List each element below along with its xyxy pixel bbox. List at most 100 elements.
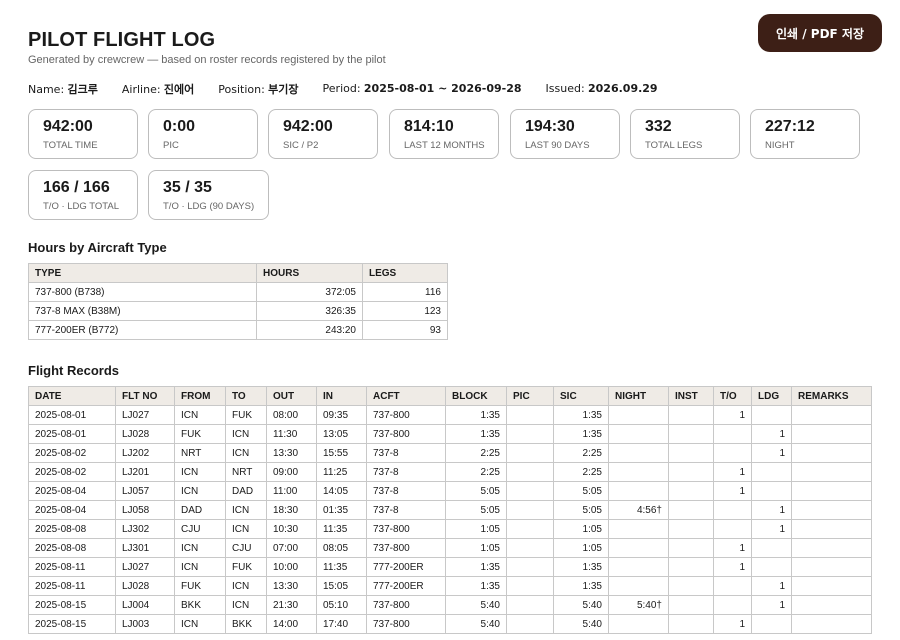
landings-cell: 1: [751, 595, 792, 615]
aircraft-cell: 737-800: [366, 614, 446, 634]
meta-position-value: 부기장: [268, 83, 299, 96]
date-cell: 2025-08-01: [28, 405, 116, 425]
from-cell: FUK: [174, 576, 226, 596]
legs-cell: 123: [362, 301, 448, 321]
meta-issued-value: 2026.09.29: [588, 82, 658, 95]
landings-cell: [751, 462, 792, 482]
summary-card-value: 194:30: [525, 118, 575, 135]
remarks-cell: [791, 576, 872, 596]
to-cell: DAD: [225, 481, 267, 501]
aircraft-cell: 737-8: [366, 481, 446, 501]
from-cell: ICN: [174, 557, 226, 577]
remarks-cell: [791, 405, 872, 425]
night-cell: [608, 424, 669, 444]
takeoffs-cell: [713, 576, 752, 596]
sic-cell: 1:35: [553, 576, 609, 596]
pic-cell: [506, 557, 554, 577]
meta-airline: Airline: 진에어: [122, 81, 194, 97]
meta-period: Period: 2025-08-01 ~ 2026-09-28: [323, 81, 522, 97]
to-cell: ICN: [225, 500, 267, 520]
night-cell: [608, 481, 669, 501]
type-cell: 777-200ER (B772): [28, 320, 257, 340]
remarks-cell: [791, 481, 872, 501]
column-header: TYPE: [28, 263, 257, 283]
meta-name: Name: 김크루: [28, 81, 98, 97]
summary-card: 814:10 LAST 12 MONTHS: [389, 109, 499, 159]
flight-number-cell: LJ058: [115, 500, 175, 520]
flight-number-cell: LJ057: [115, 481, 175, 501]
summary-card-value: 35 / 35: [163, 179, 212, 196]
column-header-landings: LDG: [751, 386, 792, 406]
meta-airline-label: Airline:: [121, 83, 161, 96]
summary-card-label: T/O · LDG (90 DAYS): [163, 201, 255, 212]
summary-card-value: 332: [645, 118, 672, 135]
flight-number-cell: LJ027: [115, 557, 175, 577]
from-cell: ICN: [174, 405, 226, 425]
out-cell: 08:00: [266, 405, 317, 425]
sic-cell: 1:05: [553, 519, 609, 539]
pic-cell: [506, 424, 554, 444]
in-cell: 05:10: [316, 595, 367, 615]
takeoffs-cell: 1: [713, 538, 752, 558]
meta-issued: Issued: 2026.09.29: [546, 81, 658, 97]
out-cell: 13:30: [266, 576, 317, 596]
aircraft-cell: 737-8: [366, 443, 446, 463]
sic-cell: 5:40: [553, 595, 609, 615]
inst-cell: [668, 462, 714, 482]
block-cell: 2:25: [445, 462, 507, 482]
block-cell: 5:05: [445, 500, 507, 520]
date-cell: 2025-08-02: [28, 443, 116, 463]
from-cell: ICN: [174, 538, 226, 558]
block-cell: 1:35: [445, 405, 507, 425]
flight-number-cell: LJ003: [115, 614, 175, 634]
table-header-row: TYPE HOURS LEGS: [28, 263, 448, 283]
summary-card: 942:00 SIC / P2: [268, 109, 378, 159]
to-cell: FUK: [225, 557, 267, 577]
meta-name-value: 김크루: [67, 83, 98, 96]
to-cell: BKK: [225, 614, 267, 634]
meta-airline-value: 진에어: [163, 83, 195, 96]
sic-cell: 1:35: [553, 557, 609, 577]
inst-cell: [668, 538, 714, 558]
block-cell: 1:35: [445, 576, 507, 596]
block-cell: 1:35: [445, 557, 507, 577]
out-cell: 11:30: [266, 424, 317, 444]
column-header-aircraft: ACFT: [366, 386, 446, 406]
block-cell: 1:05: [445, 538, 507, 558]
out-cell: 10:00: [266, 557, 317, 577]
in-cell: 11:35: [316, 557, 367, 577]
landings-cell: 1: [751, 443, 792, 463]
hours-cell: 326:35: [256, 301, 363, 321]
meta-period-label: Period:: [322, 82, 361, 95]
block-cell: 2:25: [445, 443, 507, 463]
block-cell: 5:05: [445, 481, 507, 501]
aircraft-cell: 737-800: [366, 595, 446, 615]
summary-card-label: SIC / P2: [283, 140, 319, 151]
column-header-takeoffs: T/O: [713, 386, 752, 406]
inst-cell: [668, 576, 714, 596]
pic-cell: [506, 538, 554, 558]
landings-cell: 1: [751, 500, 792, 520]
summary-card-label: TOTAL TIME: [43, 140, 98, 151]
sic-cell: 1:05: [553, 538, 609, 558]
from-cell: DAD: [174, 500, 226, 520]
page-title: PILOT FLIGHT LOG: [28, 29, 216, 51]
date-cell: 2025-08-11: [28, 576, 116, 596]
takeoffs-cell: 1: [713, 462, 752, 482]
table-row: 737-800 (B738) 372:05 116: [28, 282, 448, 302]
flight-number-cell: LJ201: [115, 462, 175, 482]
pic-cell: [506, 481, 554, 501]
column-header-inst: INST: [668, 386, 714, 406]
aircraft-cell: 777-200ER: [366, 576, 446, 596]
table-header-row: DATE FLT NO FROM TO OUT IN ACFT BLOCK PIC SIC NIGH…: [28, 386, 872, 406]
table-row: 2025-08-01 LJ028 FUK ICN 11:30 13:05 737-800 1:…: [28, 424, 872, 444]
hours-cell: 243:20: [256, 320, 363, 340]
sic-cell: 2:25: [553, 462, 609, 482]
to-cell: ICN: [225, 595, 267, 615]
date-cell: 2025-08-15: [28, 614, 116, 634]
summary-card-label: T/O · LDG TOTAL: [43, 201, 120, 212]
to-cell: NRT: [225, 462, 267, 482]
in-cell: 11:35: [316, 519, 367, 539]
print-pdf-button[interactable]: 인쇄 / PDF 저장: [758, 14, 882, 52]
summary-card-value: 227:12: [765, 118, 815, 135]
